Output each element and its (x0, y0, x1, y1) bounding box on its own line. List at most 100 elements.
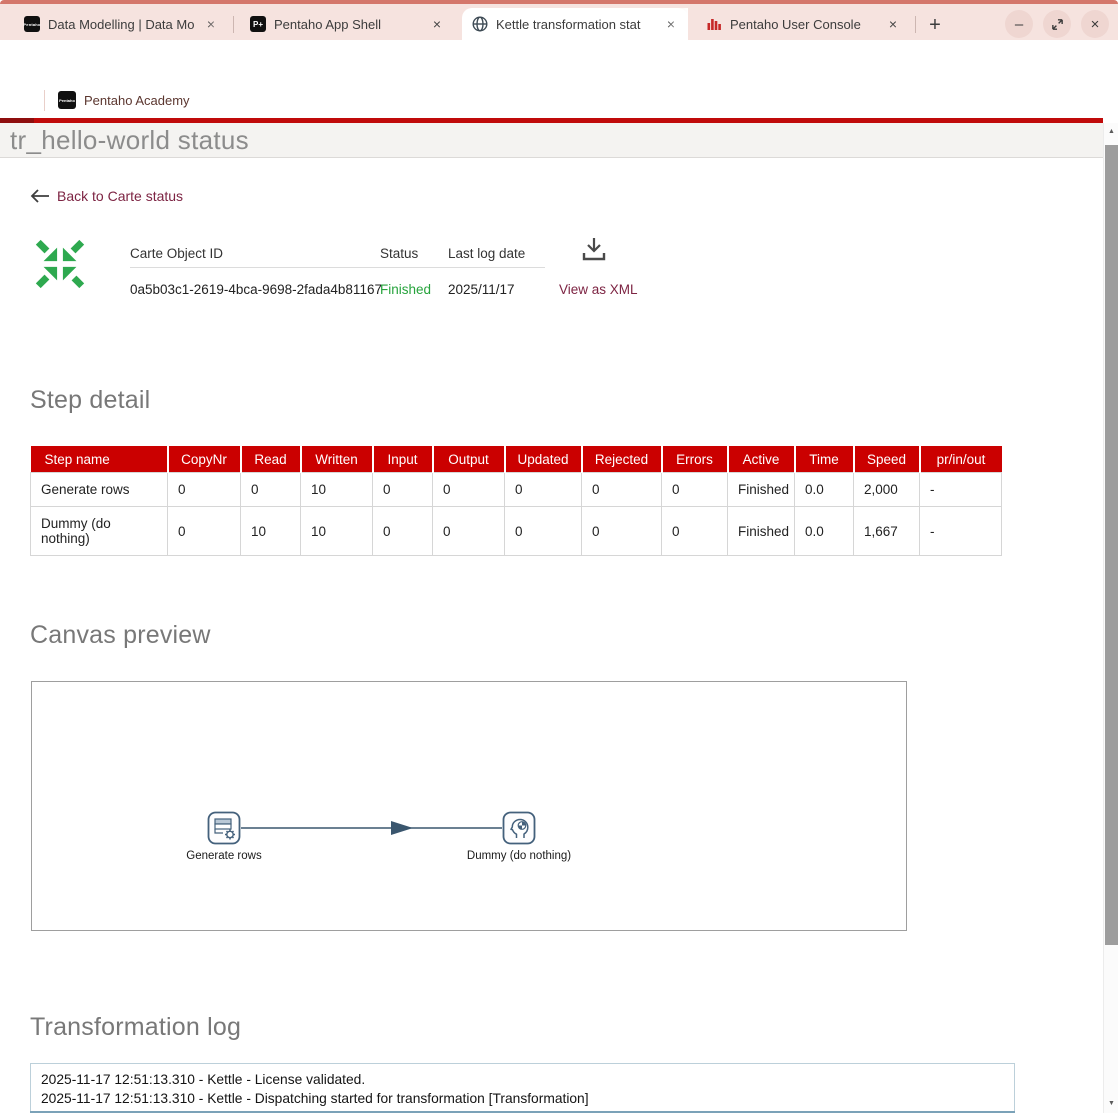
cell: Finished (728, 473, 795, 507)
close-window-button[interactable]: × (1081, 10, 1109, 38)
cell: 0.0 (795, 473, 854, 507)
col-input: Input (373, 446, 433, 473)
tab-title: Pentaho App Shell (274, 17, 428, 32)
step-detail-table: Step name CopyNr Read Written Input Outp… (30, 446, 1002, 556)
tab-close-icon[interactable]: × (428, 15, 446, 33)
tab-kettle-transformation-status[interactable]: Kettle transformation stat × (462, 8, 688, 40)
scroll-down-button[interactable]: ▼ (1104, 1095, 1118, 1111)
cell: 0 (168, 507, 241, 556)
cell: 0 (582, 507, 662, 556)
red-chart-favicon-icon (706, 16, 722, 32)
generate-rows-step-icon (207, 811, 241, 845)
col-errors: Errors (662, 446, 728, 473)
tab-close-icon[interactable]: × (884, 15, 902, 33)
step-label-dummy: Dummy (do nothing) (467, 850, 571, 862)
back-arrow-icon (30, 189, 50, 203)
tab-separator (233, 16, 234, 33)
carte-object-id-value: 0a5b03c1-2619-4bca-9698-2fada4b81167 (130, 282, 382, 297)
minimize-button[interactable]: – (1005, 10, 1033, 38)
cell: 0 (662, 507, 728, 556)
back-to-carte-link[interactable]: Back to Carte status (30, 188, 183, 204)
download-icon[interactable] (581, 236, 607, 262)
cell: 0 (168, 473, 241, 507)
cell: 0 (373, 473, 433, 507)
col-copynr: CopyNr (168, 446, 241, 473)
col-active: Active (728, 446, 795, 473)
tab-data-modelling[interactable]: Pentaho Data Modelling | Data Mo × (14, 8, 228, 40)
carte-header-divider (130, 267, 545, 268)
new-tab-button[interactable]: + (922, 12, 948, 38)
bookmark-pentaho-academy[interactable]: Pentaho Academy (84, 93, 190, 108)
page-title: tr_hello-world status (10, 125, 249, 156)
transformation-log-heading: Transformation log (30, 1013, 241, 1042)
cell: 0.0 (795, 507, 854, 556)
hop-connector-arrow (241, 820, 502, 836)
cell: 0 (505, 507, 582, 556)
browser-window: Pentaho Data Modelling | Data Mo × P+ Pe… (0, 0, 1118, 1113)
col-rejected: Rejected (582, 446, 662, 473)
carte-status-value: Finished (380, 282, 431, 297)
cell: 0 (582, 473, 662, 507)
cell: 2,000 (854, 473, 920, 507)
bookmarks-divider (44, 90, 45, 111)
col-time: Time (795, 446, 854, 473)
tab-separator (915, 16, 916, 33)
col-updated: Updated (505, 446, 582, 473)
log-textarea[interactable]: 2025-11-17 12:51:13.310 - Kettle - Licen… (30, 1063, 1015, 1113)
carte-col-status: Status (380, 246, 418, 261)
table-row: Generate rows 0 0 10 0 0 0 0 0 Finished … (31, 473, 1002, 507)
step-table-header-row: Step name CopyNr Read Written Input Outp… (31, 446, 1002, 473)
tab-pentaho-user-console[interactable]: Pentaho User Console × (696, 8, 910, 40)
col-written: Written (301, 446, 373, 473)
kettle-logo-icon (31, 234, 89, 294)
cell: 0 (505, 473, 582, 507)
cell: 0 (373, 507, 433, 556)
dummy-step-icon (502, 811, 536, 845)
carte-col-date: Last log date (448, 246, 525, 261)
vertical-scrollbar[interactable]: ▲ ▼ (1103, 123, 1118, 1113)
tab-title: Kettle transformation stat (496, 17, 662, 32)
tab-pentaho-app-shell[interactable]: P+ Pentaho App Shell × (240, 8, 454, 40)
cell: 0 (433, 473, 505, 507)
cell: 0 (241, 473, 301, 507)
cell: 10 (241, 507, 301, 556)
browser-toolbar: ← → localhost:8080/pentaho/kettle/transS… (0, 40, 1118, 84)
carte-last-log-date-value: 2025/11/17 (448, 282, 515, 297)
view-as-xml-link[interactable]: View as XML (559, 282, 638, 297)
page-content: Back to Carte status Carte Object ID Sta… (0, 158, 1103, 1113)
page-title-bar: tr_hello-world status (0, 123, 1103, 158)
pentaho-favicon-icon: Pentaho (58, 91, 76, 109)
cell: Finished (728, 507, 795, 556)
p-plus-favicon-icon: P+ (250, 16, 266, 32)
bookmarks-bar: Pentaho Pentaho Academy (0, 84, 1118, 118)
col-output: Output (433, 446, 505, 473)
tab-title: Data Modelling | Data Mo (48, 17, 202, 32)
tab-bar: Pentaho Data Modelling | Data Mo × P+ Pe… (0, 4, 1118, 40)
cell: 0 (433, 507, 505, 556)
scroll-up-button[interactable]: ▲ (1104, 123, 1118, 139)
cell: 0 (662, 473, 728, 507)
cell: 1,667 (854, 507, 920, 556)
cell: 10 (301, 507, 373, 556)
step-label-generate-rows: Generate rows (186, 850, 261, 862)
maximize-button[interactable] (1043, 10, 1071, 38)
tab-title: Pentaho User Console (730, 17, 884, 32)
pentaho-favicon-icon: Pentaho (24, 16, 40, 32)
cell: - (920, 507, 1002, 556)
col-pr-in-out: pr/in/out (920, 446, 1002, 473)
log-line: 2025-11-17 12:51:13.310 - Kettle - Dispa… (41, 1089, 1012, 1108)
carte-col-id: Carte Object ID (130, 246, 223, 261)
cell: Dummy (do nothing) (31, 507, 168, 556)
cell: 10 (301, 473, 373, 507)
col-read: Read (241, 446, 301, 473)
canvas-preview: Generate rows Dummy (do nothing) (31, 681, 907, 931)
globe-favicon-icon (472, 16, 488, 32)
canvas-preview-heading: Canvas preview (30, 621, 211, 650)
cell: - (920, 473, 1002, 507)
scrollbar-thumb[interactable] (1105, 145, 1118, 945)
step-detail-heading: Step detail (30, 386, 150, 415)
maximize-icon (1051, 18, 1064, 31)
log-line: 2025-11-17 12:51:13.310 - Kettle - Licen… (41, 1070, 1012, 1089)
col-speed: Speed (854, 446, 920, 473)
cell: Generate rows (31, 473, 168, 507)
